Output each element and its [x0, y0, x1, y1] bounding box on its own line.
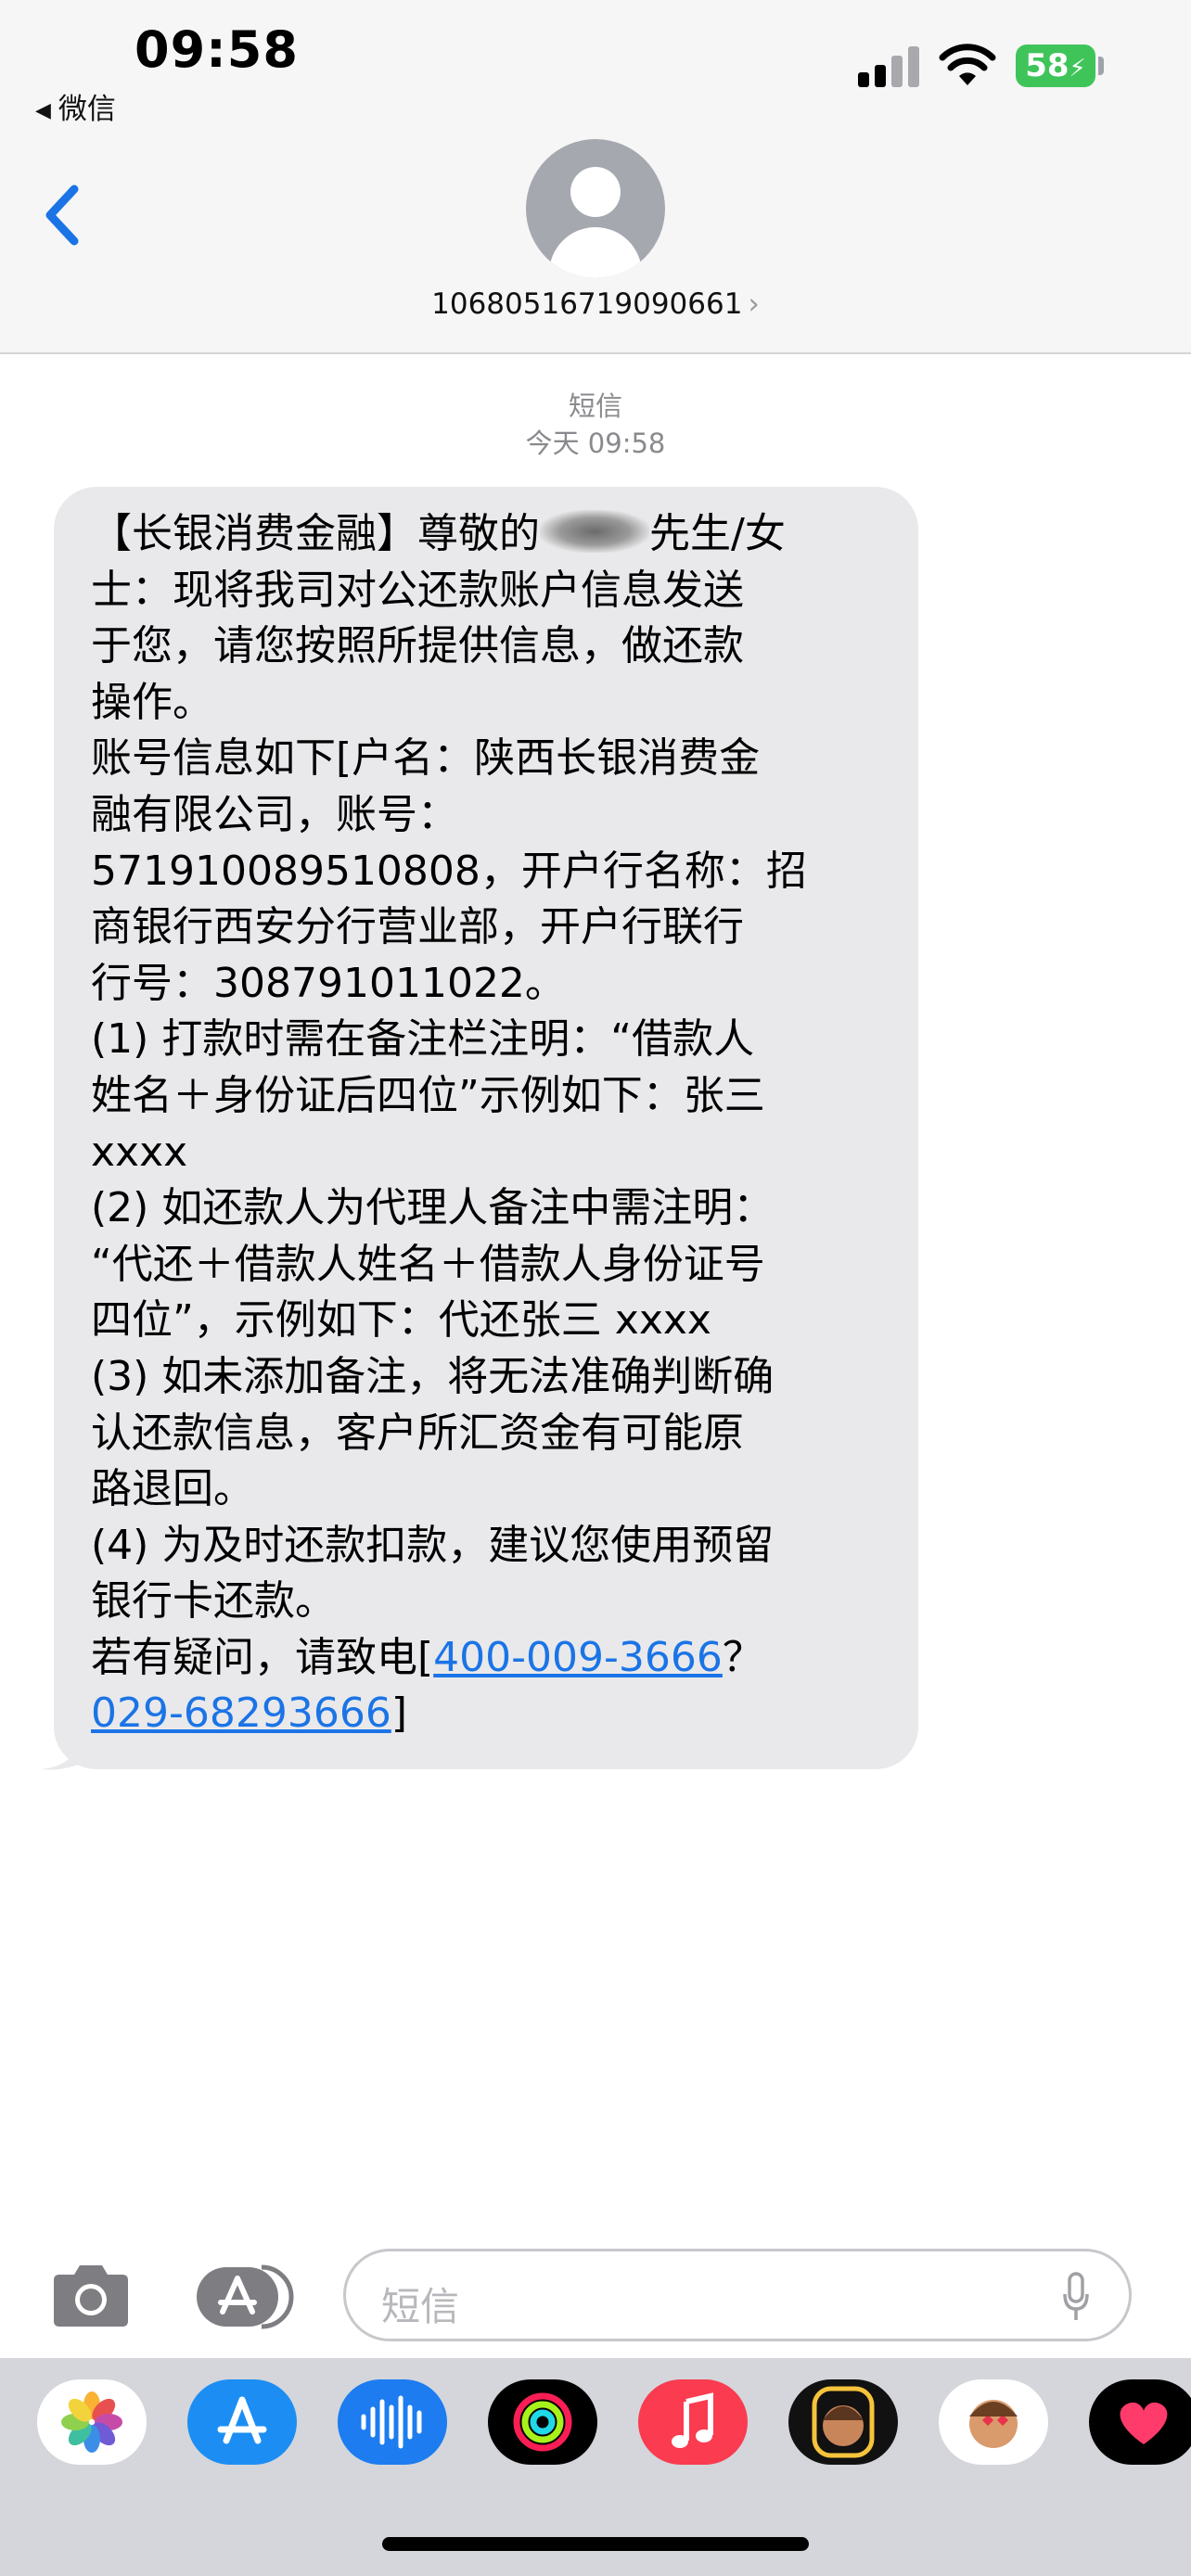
battery-tip — [1098, 57, 1104, 75]
avatar-body — [549, 227, 642, 278]
cellular-signal-icon — [858, 45, 921, 87]
app-store-a-icon — [217, 2396, 267, 2444]
redacted-name — [540, 510, 649, 553]
message-line: 商银行西安分行营业部，开户行联行 — [91, 903, 744, 951]
conversation-header: 10680516719090661 › — [0, 139, 1191, 354]
app-store-icon[interactable] — [187, 2379, 297, 2465]
back-app-label: 微信 — [58, 93, 116, 126]
message-line: 路退回。 — [91, 1465, 254, 1513]
message-text: 【长银消费金融】尊敬的 先生/女 士：现将我司对公还款账户信息发送 于您，请您按照… — [91, 506, 898, 1742]
message-line: 士：现将我司对公还款账户信息发送 — [91, 566, 744, 614]
phone-link-1[interactable]: 400-009-3666 — [433, 1634, 723, 1681]
memoji-face-icon — [812, 2386, 875, 2458]
message-line: 认还款信息，客户所汇资金有可能原 — [91, 1409, 744, 1457]
message-line: 操作。 — [91, 678, 213, 726]
activity-rings-icon — [513, 2392, 572, 2452]
contact-chevron-icon: › — [748, 287, 760, 321]
battery-indicator: 58⚡ — [1016, 45, 1095, 87]
message-line: (4) 为及时还款扣款，建议您使用预留 — [91, 1521, 775, 1569]
message-line: (1) 打款时需在备注栏注明：“借款人 — [91, 1015, 755, 1064]
message-timestamp: 今天 09:58 — [525, 427, 666, 459]
back-chevron-icon[interactable] — [37, 178, 93, 252]
app-store-button-icon[interactable] — [195, 2264, 297, 2330]
thread-meta: 短信 今天 09:58 — [0, 388, 1191, 462]
home-indicator[interactable] — [382, 2537, 809, 2551]
digital-touch-icon[interactable] — [1089, 2379, 1191, 2465]
service-label: 短信 — [568, 390, 622, 422]
message-line-text: 【长银消费金融】尊敬的 — [91, 510, 540, 557]
microphone-icon[interactable] — [1062, 2272, 1090, 2324]
avatar-head — [570, 167, 621, 217]
contact-avatar[interactable] — [526, 139, 665, 278]
message-line-text: 若有疑问，请致电[ — [91, 1633, 434, 1681]
message-line: “代还＋借款人姓名＋借款人身份证号 — [91, 1240, 765, 1288]
status-time: 09:58 — [134, 20, 299, 79]
status-bar: 09:58 ◀ 微信 58⚡ — [0, 0, 1191, 139]
photos-icon[interactable] — [37, 2379, 147, 2465]
message-line: (3) 如未添加备注，将无法准确判断确 — [91, 1352, 775, 1400]
battery-level: 58 — [1025, 47, 1069, 84]
back-triangle-icon: ◀ — [35, 99, 51, 122]
message-line: 若有疑问，请致电[400-009-3666？ — [91, 1630, 898, 1687]
message-line: (2) 如还款人为代理人备注中需注明： — [91, 1184, 775, 1232]
contact-number: 10680516719090661 — [431, 287, 743, 321]
phone-link-2[interactable]: 029-68293666 — [91, 1690, 391, 1737]
memoji-icon[interactable] — [788, 2379, 898, 2465]
memoji-stickers-face-icon — [969, 2400, 1018, 2448]
message-line: 银行卡还款。 — [91, 1577, 336, 1626]
audio-message-icon[interactable] — [338, 2379, 447, 2465]
contact-name-button[interactable]: 10680516719090661 › — [0, 287, 1191, 321]
message-input-placeholder: 短信 — [381, 2284, 460, 2329]
waveform-icon — [361, 2395, 422, 2449]
music-note-icon — [672, 2392, 713, 2448]
message-line-suffix: 先生/女 — [649, 510, 786, 557]
message-line: 四位”，示例如下：代还张三 xxxx — [91, 1296, 711, 1345]
memoji-stickers-icon[interactable] — [939, 2379, 1048, 2465]
message-line: 029-68293666] — [91, 1686, 898, 1742]
message-line: 姓名＋身份证后四位”示例如下：张三 — [91, 1071, 765, 1119]
music-icon[interactable] — [638, 2379, 748, 2465]
charging-bolt-icon: ⚡ — [1069, 55, 1086, 83]
heart-icon — [1120, 2402, 1168, 2444]
back-to-app-link[interactable]: ◀ 微信 — [35, 85, 116, 127]
message-line: 账号信息如下[户名：陕西长银消费金 — [91, 734, 761, 783]
wifi-icon — [939, 44, 996, 85]
closing-bracket: ] — [391, 1690, 407, 1738]
phone-separator: ？ — [722, 1633, 763, 1681]
message-line: 融有限公司，账号： — [91, 790, 458, 838]
message-input[interactable]: 短信 — [343, 2249, 1132, 2341]
message-composer: 短信 — [0, 2230, 1191, 2360]
message-line: 571910089510808，开户行名称：招 — [91, 847, 807, 895]
camera-icon[interactable] — [48, 2262, 134, 2330]
message-line: 于您，请您按照所提供信息，做还款 — [91, 622, 744, 670]
message-line: 行号：308791011022。 — [91, 959, 566, 1007]
photos-flower-icon — [61, 2391, 122, 2453]
activity-icon[interactable] — [488, 2379, 597, 2465]
message-line: 【长银消费金融】尊敬的 先生/女 — [91, 506, 898, 563]
message-line: xxxx — [91, 1128, 188, 1176]
